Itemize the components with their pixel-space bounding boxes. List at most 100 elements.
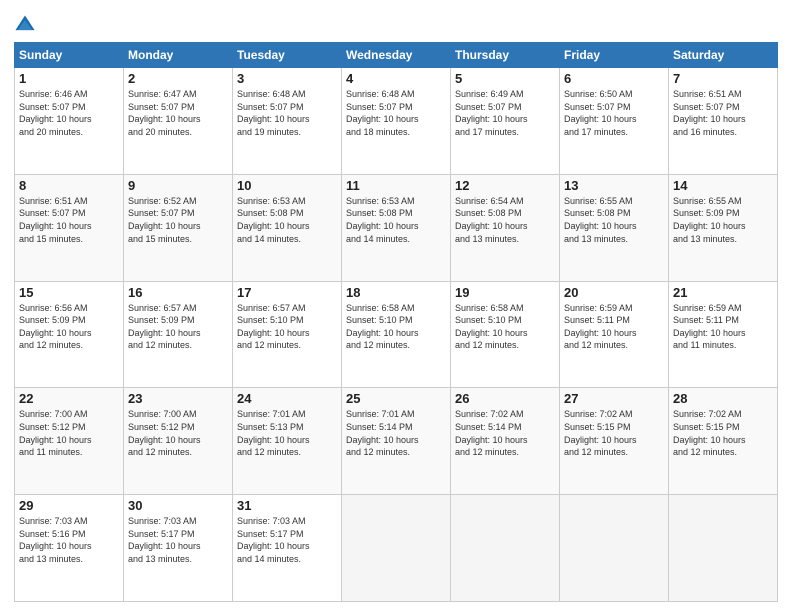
day-number: 21 <box>673 285 773 300</box>
day-number: 8 <box>19 178 119 193</box>
day-info: Sunrise: 6:55 AM Sunset: 5:09 PM Dayligh… <box>673 195 773 245</box>
day-info: Sunrise: 7:03 AM Sunset: 5:17 PM Dayligh… <box>128 515 228 565</box>
calendar-day-cell: 12 Sunrise: 6:54 AM Sunset: 5:08 PM Dayli… <box>451 174 560 281</box>
calendar-day-cell: 5 Sunrise: 6:49 AM Sunset: 5:07 PM Daylig… <box>451 68 560 175</box>
day-info: Sunrise: 6:54 AM Sunset: 5:08 PM Dayligh… <box>455 195 555 245</box>
column-header-thursday: Thursday <box>451 43 560 68</box>
day-number: 12 <box>455 178 555 193</box>
day-number: 23 <box>128 391 228 406</box>
calendar-day-cell: 17 Sunrise: 6:57 AM Sunset: 5:10 PM Dayli… <box>233 281 342 388</box>
day-info: Sunrise: 6:58 AM Sunset: 5:10 PM Dayligh… <box>455 302 555 352</box>
day-number: 28 <box>673 391 773 406</box>
day-info: Sunrise: 7:01 AM Sunset: 5:14 PM Dayligh… <box>346 408 446 458</box>
column-header-saturday: Saturday <box>669 43 778 68</box>
day-number: 26 <box>455 391 555 406</box>
day-info: Sunrise: 6:47 AM Sunset: 5:07 PM Dayligh… <box>128 88 228 138</box>
column-header-wednesday: Wednesday <box>342 43 451 68</box>
calendar-day-cell: 25 Sunrise: 7:01 AM Sunset: 5:14 PM Dayli… <box>342 388 451 495</box>
day-info: Sunrise: 7:02 AM Sunset: 5:15 PM Dayligh… <box>564 408 664 458</box>
day-info: Sunrise: 6:49 AM Sunset: 5:07 PM Dayligh… <box>455 88 555 138</box>
day-info: Sunrise: 6:48 AM Sunset: 5:07 PM Dayligh… <box>346 88 446 138</box>
calendar-day-cell: 19 Sunrise: 6:58 AM Sunset: 5:10 PM Dayli… <box>451 281 560 388</box>
page-container: SundayMondayTuesdayWednesdayThursdayFrid… <box>0 0 792 612</box>
day-info: Sunrise: 6:59 AM Sunset: 5:11 PM Dayligh… <box>564 302 664 352</box>
day-number: 5 <box>455 71 555 86</box>
calendar-week-row: 8 Sunrise: 6:51 AM Sunset: 5:07 PM Daylig… <box>15 174 778 281</box>
calendar-header-row: SundayMondayTuesdayWednesdayThursdayFrid… <box>15 43 778 68</box>
calendar-day-cell: 30 Sunrise: 7:03 AM Sunset: 5:17 PM Dayli… <box>124 495 233 602</box>
column-header-tuesday: Tuesday <box>233 43 342 68</box>
day-number: 16 <box>128 285 228 300</box>
day-number: 2 <box>128 71 228 86</box>
calendar-week-row: 29 Sunrise: 7:03 AM Sunset: 5:16 PM Dayli… <box>15 495 778 602</box>
calendar-day-cell: 22 Sunrise: 7:00 AM Sunset: 5:12 PM Dayli… <box>15 388 124 495</box>
calendar-day-cell: 18 Sunrise: 6:58 AM Sunset: 5:10 PM Dayli… <box>342 281 451 388</box>
day-number: 14 <box>673 178 773 193</box>
day-number: 25 <box>346 391 446 406</box>
day-number: 1 <box>19 71 119 86</box>
day-info: Sunrise: 6:58 AM Sunset: 5:10 PM Dayligh… <box>346 302 446 352</box>
calendar-day-cell: 24 Sunrise: 7:01 AM Sunset: 5:13 PM Dayli… <box>233 388 342 495</box>
day-number: 20 <box>564 285 664 300</box>
day-info: Sunrise: 7:02 AM Sunset: 5:14 PM Dayligh… <box>455 408 555 458</box>
day-info: Sunrise: 6:56 AM Sunset: 5:09 PM Dayligh… <box>19 302 119 352</box>
day-info: Sunrise: 6:53 AM Sunset: 5:08 PM Dayligh… <box>237 195 337 245</box>
calendar-day-cell: 20 Sunrise: 6:59 AM Sunset: 5:11 PM Dayli… <box>560 281 669 388</box>
calendar-day-cell: 8 Sunrise: 6:51 AM Sunset: 5:07 PM Daylig… <box>15 174 124 281</box>
day-info: Sunrise: 6:59 AM Sunset: 5:11 PM Dayligh… <box>673 302 773 352</box>
calendar-day-cell <box>342 495 451 602</box>
day-number: 18 <box>346 285 446 300</box>
calendar-day-cell <box>560 495 669 602</box>
day-info: Sunrise: 7:03 AM Sunset: 5:16 PM Dayligh… <box>19 515 119 565</box>
calendar-day-cell: 7 Sunrise: 6:51 AM Sunset: 5:07 PM Daylig… <box>669 68 778 175</box>
day-number: 29 <box>19 498 119 513</box>
day-number: 9 <box>128 178 228 193</box>
day-info: Sunrise: 6:57 AM Sunset: 5:09 PM Dayligh… <box>128 302 228 352</box>
day-number: 6 <box>564 71 664 86</box>
day-info: Sunrise: 6:51 AM Sunset: 5:07 PM Dayligh… <box>19 195 119 245</box>
day-number: 10 <box>237 178 337 193</box>
calendar-day-cell: 3 Sunrise: 6:48 AM Sunset: 5:07 PM Daylig… <box>233 68 342 175</box>
calendar-week-row: 15 Sunrise: 6:56 AM Sunset: 5:09 PM Dayli… <box>15 281 778 388</box>
calendar-day-cell: 29 Sunrise: 7:03 AM Sunset: 5:16 PM Dayli… <box>15 495 124 602</box>
calendar-day-cell <box>451 495 560 602</box>
calendar-day-cell: 2 Sunrise: 6:47 AM Sunset: 5:07 PM Daylig… <box>124 68 233 175</box>
calendar-day-cell: 9 Sunrise: 6:52 AM Sunset: 5:07 PM Daylig… <box>124 174 233 281</box>
day-info: Sunrise: 6:57 AM Sunset: 5:10 PM Dayligh… <box>237 302 337 352</box>
day-number: 13 <box>564 178 664 193</box>
logo <box>14 14 40 36</box>
day-number: 7 <box>673 71 773 86</box>
calendar-day-cell: 31Sunrise: 7:03 AM Sunset: 5:17 PM Dayli… <box>233 495 342 602</box>
day-info: Sunrise: 6:53 AM Sunset: 5:08 PM Dayligh… <box>346 195 446 245</box>
calendar-week-row: 1Sunrise: 6:46 AM Sunset: 5:07 PM Daylig… <box>15 68 778 175</box>
logo-icon <box>14 14 36 36</box>
calendar-day-cell: 15 Sunrise: 6:56 AM Sunset: 5:09 PM Dayli… <box>15 281 124 388</box>
calendar-day-cell: 16 Sunrise: 6:57 AM Sunset: 5:09 PM Dayli… <box>124 281 233 388</box>
day-number: 22 <box>19 391 119 406</box>
day-info: Sunrise: 7:01 AM Sunset: 5:13 PM Dayligh… <box>237 408 337 458</box>
day-number: 15 <box>19 285 119 300</box>
day-number: 19 <box>455 285 555 300</box>
calendar-day-cell: 26 Sunrise: 7:02 AM Sunset: 5:14 PM Dayli… <box>451 388 560 495</box>
calendar-day-cell: 28 Sunrise: 7:02 AM Sunset: 5:15 PM Dayli… <box>669 388 778 495</box>
calendar-day-cell: 10 Sunrise: 6:53 AM Sunset: 5:08 PM Dayli… <box>233 174 342 281</box>
column-header-friday: Friday <box>560 43 669 68</box>
day-info: Sunrise: 6:48 AM Sunset: 5:07 PM Dayligh… <box>237 88 337 138</box>
column-header-sunday: Sunday <box>15 43 124 68</box>
day-number: 24 <box>237 391 337 406</box>
calendar-week-row: 22 Sunrise: 7:00 AM Sunset: 5:12 PM Dayli… <box>15 388 778 495</box>
day-number: 30 <box>128 498 228 513</box>
day-number: 17 <box>237 285 337 300</box>
day-number: 3 <box>237 71 337 86</box>
day-number: 4 <box>346 71 446 86</box>
day-info: Sunrise: 7:00 AM Sunset: 5:12 PM Dayligh… <box>19 408 119 458</box>
calendar-day-cell: 4 Sunrise: 6:48 AM Sunset: 5:07 PM Daylig… <box>342 68 451 175</box>
calendar-day-cell: 13Sunrise: 6:55 AM Sunset: 5:08 PM Dayli… <box>560 174 669 281</box>
day-info: Sunrise: 6:52 AM Sunset: 5:07 PM Dayligh… <box>128 195 228 245</box>
calendar-day-cell: 14 Sunrise: 6:55 AM Sunset: 5:09 PM Dayli… <box>669 174 778 281</box>
day-info: Sunrise: 6:51 AM Sunset: 5:07 PM Dayligh… <box>673 88 773 138</box>
day-info: Sunrise: 7:02 AM Sunset: 5:15 PM Dayligh… <box>673 408 773 458</box>
day-number: 27 <box>564 391 664 406</box>
calendar-day-cell: 6Sunrise: 6:50 AM Sunset: 5:07 PM Daylig… <box>560 68 669 175</box>
calendar-day-cell: 27 Sunrise: 7:02 AM Sunset: 5:15 PM Dayli… <box>560 388 669 495</box>
